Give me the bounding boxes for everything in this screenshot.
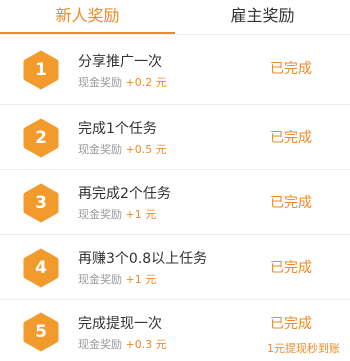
- step-badge-1: 1: [22, 49, 60, 91]
- task-title: 再完成2个任务: [78, 186, 171, 202]
- step-number: 1: [35, 60, 47, 80]
- task-list: 1 分享推广一次 现金奖励 +0.2 元 已完成 2 完成1个任务 现金奖励 +…: [0, 35, 350, 361]
- status-completed: 已完成: [270, 61, 312, 77]
- reward-text: 现金奖励 +1 元: [78, 206, 156, 222]
- step-number: 4: [35, 258, 47, 278]
- reward-text: 现金奖励 +0.5 元: [78, 141, 167, 157]
- reward-text: 现金奖励 +0.2 元: [78, 74, 167, 90]
- reward-label: 现金奖励: [78, 143, 122, 156]
- step-badge-5: 5: [22, 311, 60, 353]
- status-completed: 已完成: [270, 260, 312, 276]
- reward-amount: +0.5 元: [125, 143, 167, 156]
- step-badge-3: 3: [22, 182, 60, 224]
- reward-amount: +1 元: [125, 273, 157, 286]
- step-number: 5: [35, 322, 47, 342]
- tab-employer-reward[interactable]: 雇主奖励: [175, 0, 350, 35]
- task-item: 5 完成提现一次 现金奖励 +0.3 元 已完成 1元提现秒到账: [0, 300, 350, 361]
- step-number: 2: [35, 128, 47, 148]
- reward-amount: +0.3 元: [125, 338, 167, 351]
- task-item: 4 再赚3个0.8以上任务 现金奖励 +1 元 已完成: [0, 235, 350, 300]
- reward-label: 现金奖励: [78, 208, 122, 221]
- task-item: 3 再完成2个任务 现金奖励 +1 元 已完成: [0, 170, 350, 235]
- reward-amount: +1 元: [125, 208, 157, 221]
- task-title: 完成提现一次: [78, 316, 162, 332]
- reward-text: 现金奖励 +0.3 元: [78, 336, 167, 352]
- task-title: 完成1个任务: [78, 121, 157, 137]
- tab-newcomer-reward[interactable]: 新人奖励: [0, 0, 175, 35]
- reward-label: 现金奖励: [78, 76, 122, 89]
- reward-amount: +0.2 元: [125, 76, 167, 89]
- status-completed: 已完成: [270, 195, 312, 211]
- task-title: 再赚3个0.8以上任务: [78, 251, 208, 267]
- task-title: 分享推广一次: [78, 54, 162, 70]
- step-badge-4: 4: [22, 247, 60, 289]
- reward-label: 现金奖励: [78, 273, 122, 286]
- reward-label: 现金奖励: [78, 338, 122, 351]
- status-completed: 已完成: [270, 130, 312, 146]
- reward-text: 现金奖励 +1 元: [78, 271, 156, 287]
- tab-bar: 新人奖励 雇主奖励: [0, 0, 350, 35]
- task-item: 2 完成1个任务 现金奖励 +0.5 元 已完成: [0, 105, 350, 170]
- step-badge-2: 2: [22, 117, 60, 159]
- status-completed: 已完成: [270, 316, 312, 332]
- step-number: 3: [35, 193, 47, 213]
- task-item: 1 分享推广一次 现金奖励 +0.2 元 已完成: [0, 35, 350, 105]
- withdraw-note: 1元提现秒到账: [267, 342, 340, 355]
